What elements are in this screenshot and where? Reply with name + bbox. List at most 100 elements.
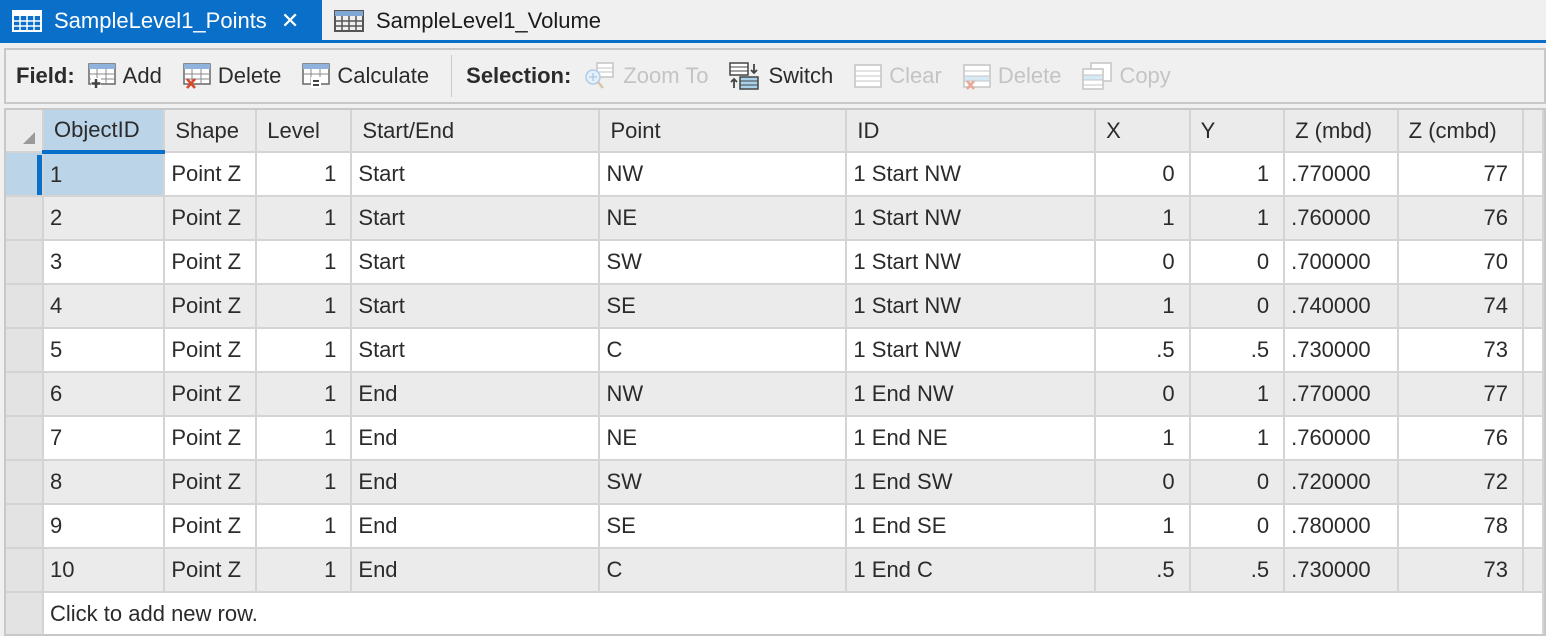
row-header[interactable]	[6, 196, 45, 241]
cell-point[interactable]: NE	[599, 416, 848, 461]
cell-point[interactable]: SE	[599, 504, 848, 549]
row-header[interactable]	[6, 548, 45, 593]
cell-objectid[interactable]: 2	[43, 196, 166, 241]
cell-shape[interactable]: Point Z	[164, 372, 258, 417]
cell-x[interactable]: .5	[1095, 328, 1191, 373]
cell-z-cmbd[interactable]: 76	[1397, 196, 1524, 241]
calculate-field-button[interactable]: Calculate	[301, 62, 429, 90]
column-header-x[interactable]: X	[1095, 110, 1191, 153]
cell-level[interactable]: 1	[256, 460, 353, 505]
clear-selection-button[interactable]: Clear	[853, 62, 942, 90]
cell-z-cmbd[interactable]: 74	[1397, 284, 1524, 329]
cell-id[interactable]: 1 End NW	[846, 372, 1097, 417]
cell-shape[interactable]: Point Z	[164, 196, 258, 241]
column-header-z-mbd[interactable]: Z (mbd)	[1284, 110, 1399, 153]
cell-z-mbd[interactable]: .720000	[1284, 460, 1399, 505]
cell-y[interactable]: 1	[1189, 372, 1286, 417]
cell-shape[interactable]: Point Z	[164, 548, 258, 593]
cell-z-cmbd[interactable]: 73	[1397, 548, 1524, 593]
cell-id[interactable]: 1 End C	[846, 548, 1097, 593]
switch-selection-button[interactable]: Switch	[728, 61, 833, 91]
cell-id[interactable]: 1 Start NW	[846, 196, 1097, 241]
cell-level[interactable]: 1	[256, 152, 353, 197]
cell-y[interactable]: 0	[1189, 240, 1286, 285]
cell-z-cmbd[interactable]: 77	[1397, 152, 1524, 197]
select-all-corner[interactable]	[6, 110, 45, 153]
cell-level[interactable]: 1	[256, 328, 353, 373]
cell-y[interactable]: .5	[1189, 328, 1286, 373]
cell-level[interactable]: 1	[256, 240, 353, 285]
cell-objectid[interactable]: 5	[43, 328, 166, 373]
cell-start-end[interactable]: Start	[351, 196, 601, 241]
tab-samplelevel1-points[interactable]: SampleLevel1_Points ✕	[0, 0, 322, 41]
cell-point[interactable]: SW	[599, 460, 848, 505]
column-header-z-cmbd[interactable]: Z (cmbd)	[1397, 110, 1524, 153]
cell-y[interactable]: 0	[1189, 284, 1286, 329]
cell-z-mbd[interactable]: .770000	[1284, 152, 1399, 197]
cell-x[interactable]: 1	[1095, 196, 1191, 241]
cell-objectid[interactable]: 7	[43, 416, 166, 461]
table-row[interactable]: 10 Point Z 1 End C 1 End C .5.5.730000 73	[6, 548, 1544, 593]
cell-x[interactable]: 0	[1095, 152, 1191, 197]
cell-shape[interactable]: Point Z	[164, 328, 258, 373]
table-row[interactable]: 2 Point Z 1 Start NE 1 Start NW 1 1.760000 76	[6, 196, 1544, 241]
cell-z-cmbd[interactable]: 73	[1397, 328, 1524, 373]
cell-level[interactable]: 1	[256, 196, 353, 241]
cell-x[interactable]: .5	[1095, 548, 1191, 593]
cell-z-mbd[interactable]: .780000	[1284, 504, 1399, 549]
cell-point[interactable]: C	[599, 328, 848, 373]
cell-objectid[interactable]: 1	[43, 152, 166, 197]
cell-z-mbd[interactable]: .730000	[1284, 548, 1399, 593]
cell-objectid[interactable]: 8	[43, 460, 166, 505]
delete-selection-button[interactable]: Delete	[962, 62, 1061, 90]
cell-y[interactable]: .5	[1189, 548, 1286, 593]
tab-samplelevel1-volume[interactable]: SampleLevel1_Volume	[322, 0, 622, 41]
cell-y[interactable]: 0	[1189, 460, 1286, 505]
cell-level[interactable]: 1	[256, 372, 353, 417]
cell-start-end[interactable]: Start	[351, 328, 601, 373]
cell-level[interactable]: 1	[256, 548, 353, 593]
cell-start-end[interactable]: Start	[351, 240, 601, 285]
cell-start-end[interactable]: Start	[351, 152, 601, 197]
cell-shape[interactable]: Point Z	[164, 284, 258, 329]
table-row[interactable]: 1 Point Z 1 Start NW 1 Start NW 0 1.770000 77	[6, 152, 1544, 197]
table-row[interactable]: 3 Point Z 1 Start SW 1 Start NW 0 0.700000 70	[6, 240, 1544, 285]
cell-z-mbd[interactable]: .760000	[1284, 416, 1399, 461]
cell-start-end[interactable]: End	[351, 416, 601, 461]
cell-shape[interactable]: Point Z	[164, 152, 258, 197]
column-header-id[interactable]: ID	[846, 110, 1097, 153]
add-field-button[interactable]: Add	[87, 62, 162, 90]
cell-id[interactable]: 1 End SE	[846, 504, 1097, 549]
cell-id[interactable]: 1 Start NW	[846, 328, 1097, 373]
delete-field-button[interactable]: Delete	[182, 62, 281, 90]
cell-objectid[interactable]: 3	[43, 240, 166, 285]
cell-id[interactable]: 1 Start NW	[846, 240, 1097, 285]
cell-x[interactable]: 0	[1095, 372, 1191, 417]
cell-level[interactable]: 1	[256, 504, 353, 549]
cell-id[interactable]: 1 End SW	[846, 460, 1097, 505]
cell-id[interactable]: 1 Start NW	[846, 284, 1097, 329]
cell-shape[interactable]: Point Z	[164, 504, 258, 549]
cell-shape[interactable]: Point Z	[164, 416, 258, 461]
cell-level[interactable]: 1	[256, 284, 353, 329]
cell-z-mbd[interactable]: .740000	[1284, 284, 1399, 329]
cell-id[interactable]: 1 End NE	[846, 416, 1097, 461]
cell-z-mbd[interactable]: .700000	[1284, 240, 1399, 285]
column-header-level[interactable]: Level	[256, 110, 353, 153]
cell-z-cmbd[interactable]: 78	[1397, 504, 1524, 549]
column-header-point[interactable]: Point	[599, 110, 848, 153]
add-new-row-prompt[interactable]: Click to add new row.	[43, 592, 1544, 634]
new-row[interactable]: Click to add new row.	[6, 592, 1544, 634]
table-row[interactable]: 6 Point Z 1 End NW 1 End NW 0 1.770000 77	[6, 372, 1544, 417]
row-header[interactable]	[6, 460, 45, 505]
table-row[interactable]: 4 Point Z 1 Start SE 1 Start NW 1 0.740000 74	[6, 284, 1544, 329]
cell-y[interactable]: 1	[1189, 416, 1286, 461]
cell-point[interactable]: NW	[599, 152, 848, 197]
cell-x[interactable]: 1	[1095, 504, 1191, 549]
cell-x[interactable]: 0	[1095, 460, 1191, 505]
cell-point[interactable]: NE	[599, 196, 848, 241]
row-header[interactable]	[6, 504, 45, 549]
cell-x[interactable]: 0	[1095, 240, 1191, 285]
cell-y[interactable]: 0	[1189, 504, 1286, 549]
cell-x[interactable]: 1	[1095, 284, 1191, 329]
